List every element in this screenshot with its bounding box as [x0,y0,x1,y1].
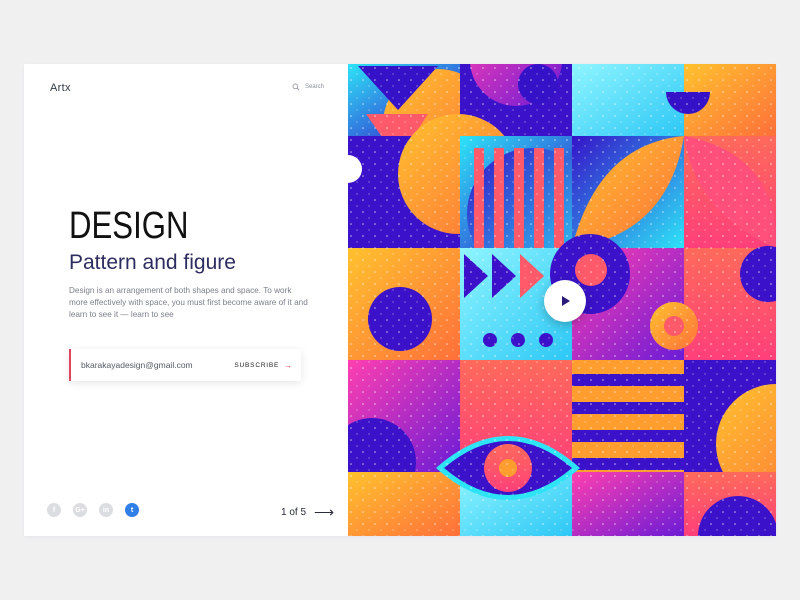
pagination: 1 of 5 ⟶ [281,504,334,521]
subscribe-button[interactable]: SUBSCRIBE → [234,360,293,370]
google-plus-icon[interactable]: G+ [73,503,87,517]
logo[interactable]: Artx [50,82,71,94]
email-field[interactable]: bkarakayadesign@gmail.com [81,360,234,370]
subscribe-form: bkarakayadesign@gmail.com SUBSCRIBE → [69,349,301,381]
linkedin-icon[interactable]: in [99,503,113,517]
search-label: Search [305,84,325,90]
twitter-icon[interactable]: t [125,503,139,517]
page-indicator: 1 of 5 [281,507,307,518]
play-button[interactable] [544,280,586,322]
facebook-icon[interactable]: f [47,503,61,517]
play-icon [562,296,570,306]
page-subtitle: Pattern and figure [69,251,236,274]
subscribe-label: SUBSCRIBE [234,361,280,369]
search[interactable]: Search [292,83,324,91]
pattern-artwork [348,64,776,536]
main-card: Artx Search DESIGN Pattern and figure De… [24,64,776,536]
next-arrow-icon[interactable]: ⟶ [314,504,334,521]
page-title: DESIGN [69,205,189,247]
left-panel: Artx Search DESIGN Pattern and figure De… [24,64,348,536]
social-links: f G+ in t [47,503,139,517]
arrow-right-icon: → [283,360,293,370]
description: Design is an arrangement of both shapes … [69,286,308,319]
search-icon [292,83,300,91]
